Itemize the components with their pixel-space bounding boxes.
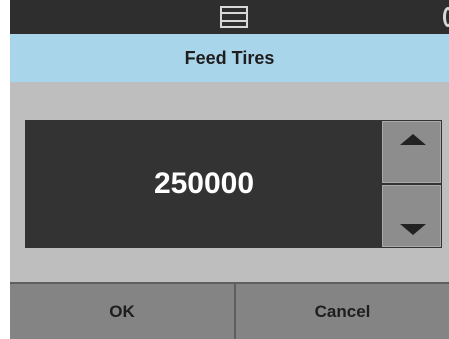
value-display[interactable]: 250000 xyxy=(25,120,383,248)
cancel-button[interactable]: Cancel xyxy=(236,282,449,339)
device-screen: Feed Tires 250000 OK Cancel xyxy=(10,0,449,339)
dialog-title: Feed Tires xyxy=(10,34,449,82)
value-spinner: 250000 xyxy=(25,120,442,248)
ok-button[interactable]: OK xyxy=(10,282,236,339)
status-bar xyxy=(10,0,449,34)
window-icon xyxy=(220,6,248,28)
increment-button[interactable] xyxy=(382,121,441,183)
triangle-down-icon xyxy=(400,224,426,235)
decrement-button[interactable] xyxy=(382,185,441,247)
triangle-up-icon xyxy=(400,134,426,145)
status-indicator-icon xyxy=(443,7,449,27)
